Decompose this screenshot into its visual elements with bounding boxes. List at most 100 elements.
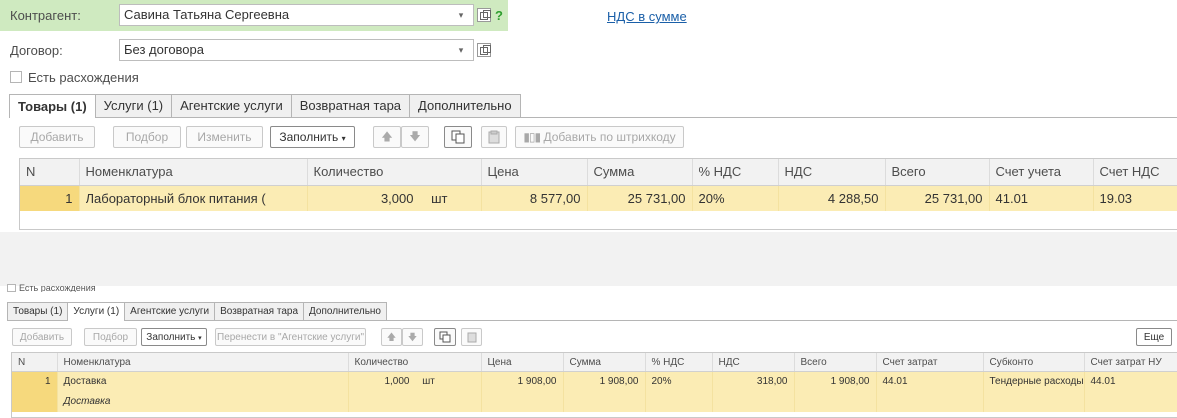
table-row-2[interactable]: 1 Доставка 1,000 шт 1 908,00 1 908,00 20… — [12, 371, 1177, 412]
col-total[interactable]: Всего — [885, 159, 990, 186]
col-sum-2[interactable]: Сумма — [563, 353, 646, 372]
col-cost-account[interactable]: Счет затрат — [876, 353, 984, 372]
table-header: N Номенклатура Количество Цена Сумма % Н… — [20, 159, 1177, 186]
copy-icon — [451, 130, 465, 144]
col-cost-account-nu[interactable]: Счет затрат НУ — [1084, 353, 1177, 372]
col-qty[interactable]: Количество — [307, 159, 482, 186]
move-down-button-2[interactable]: 🡇 — [402, 328, 423, 346]
tab-additional-2[interactable]: Дополнительно — [303, 302, 387, 320]
row2-item-sub: Доставка — [57, 391, 349, 412]
discrepancy-label: Есть расхождения — [28, 70, 139, 85]
col-n[interactable]: N — [20, 159, 80, 186]
row-item: Лабораторный блок питания (и... — [79, 185, 308, 211]
col-qty-2[interactable]: Количество — [348, 353, 482, 372]
col-vat-account[interactable]: Счет НДС — [1093, 159, 1177, 186]
pick-button-2[interactable]: Подбор — [84, 328, 137, 346]
contractor-label: Контрагент: — [10, 8, 81, 23]
tab-services[interactable]: Услуги (1) — [94, 94, 173, 117]
edit-button[interactable]: Изменить — [186, 126, 263, 148]
pick-button[interactable]: Подбор — [113, 126, 181, 148]
move-up-button-2[interactable]: 🡅 — [381, 328, 402, 346]
contract-dropdown-icon[interactable]: ▾ — [454, 40, 468, 60]
fill-button[interactable]: Заполнить ▾ — [270, 126, 355, 148]
tab-returnable-container[interactable]: Возвратная тара — [290, 94, 411, 117]
row2-n: 1 — [12, 371, 58, 412]
col-total-2[interactable]: Всего — [794, 353, 877, 372]
col-vat-rate[interactable]: % НДС — [692, 159, 779, 186]
contractor-dropdown-icon[interactable]: ▾ — [454, 5, 468, 25]
add-button-2[interactable]: Добавить — [12, 328, 72, 346]
col-item-2[interactable]: Номенклатура — [57, 353, 349, 372]
col-vat-2[interactable]: НДС — [712, 353, 795, 372]
row2-price: 1 908,00 — [481, 371, 564, 412]
col-item[interactable]: Номенклатура — [79, 159, 308, 186]
goods-table: N Номенклатура Количество Цена Сумма % Н… — [20, 159, 1177, 211]
row2-qty: 1,000 — [384, 376, 410, 387]
tab-additional[interactable]: Дополнительно — [409, 94, 521, 117]
more-button[interactable]: Еще — [1136, 328, 1172, 346]
contract-label: Договор: — [10, 43, 63, 58]
row-price: 8 577,00 — [481, 185, 588, 211]
paste-button[interactable] — [481, 126, 507, 148]
move-down-button[interactable]: 🡇 — [401, 126, 429, 148]
col-sum[interactable]: Сумма — [587, 159, 693, 186]
contract-open-icon[interactable] — [477, 43, 491, 57]
row-sum: 25 731,00 — [587, 185, 693, 211]
table-row[interactable]: 1 Лабораторный блок питания (и... 3,000 … — [20, 185, 1177, 211]
col-vat[interactable]: НДС — [778, 159, 886, 186]
separator-area — [0, 232, 1177, 286]
paste-button-2[interactable] — [461, 328, 482, 346]
arrow-down-icon: 🡇 — [407, 332, 418, 342]
arrow-up-icon: 🡅 — [386, 332, 397, 342]
discrepancy-label-2: Есть расхождения — [19, 284, 96, 292]
services-table-container: N Номенклатура Количество Цена Сумма % Н… — [11, 352, 1177, 418]
copy-button[interactable] — [444, 126, 472, 148]
goods-table-container: N Номенклатура Количество Цена Сумма % Н… — [19, 158, 1177, 230]
contract-field[interactable]: Без договора — [119, 39, 474, 61]
tabs-divider-2 — [7, 320, 1177, 321]
contractor-value: Савина Татьяна Сергеевна — [124, 7, 290, 22]
col-vat-rate-2[interactable]: % НДС — [645, 353, 713, 372]
row2-cost-account-sub — [876, 391, 984, 412]
contractor-field[interactable]: Савина Татьяна Сергеевна — [119, 4, 474, 26]
chevron-down-icon: ▾ — [341, 134, 346, 143]
tabs-divider — [9, 117, 1177, 118]
col-subconto[interactable]: Субконто — [983, 353, 1085, 372]
fill-button-2[interactable]: Заполнить ▾ — [141, 328, 207, 346]
discrepancy-checkbox-2[interactable] — [7, 284, 16, 292]
move-to-agent-services-button[interactable]: Перенести в "Агентские услуги" — [215, 328, 366, 346]
discrepancy-checkbox[interactable] — [10, 71, 22, 83]
vat-in-sum-link[interactable]: НДС в сумме — [607, 9, 687, 24]
add-by-barcode-button[interactable]: ▮▯▮ Добавить по штрихкоду — [515, 126, 684, 148]
contractor-open-icon[interactable] — [477, 8, 491, 22]
row-vat-rate: 20% — [692, 185, 779, 211]
help-icon[interactable]: ? — [495, 8, 503, 23]
col-n-2[interactable]: N — [12, 353, 58, 372]
col-price[interactable]: Цена — [481, 159, 588, 186]
col-price-2[interactable]: Цена — [481, 353, 564, 372]
row2-vat: 318,00 — [712, 371, 795, 412]
contract-value: Без договора — [124, 42, 204, 57]
add-button[interactable]: Добавить — [19, 126, 95, 148]
tab-services-2[interactable]: Услуги (1) — [67, 302, 126, 321]
tab-returnable-container-2[interactable]: Возвратная тара — [214, 302, 305, 320]
copy-button-2[interactable] — [434, 328, 456, 346]
tab-goods[interactable]: Товары (1) — [9, 94, 96, 118]
row-qty-cell: 3,000 шт — [307, 185, 482, 211]
paste-icon — [488, 130, 500, 144]
move-up-button[interactable]: 🡅 — [373, 126, 401, 148]
row2-cost-account: 44.01 — [876, 371, 984, 392]
add-by-barcode-label: Добавить по штрихкоду — [543, 130, 676, 144]
row2-vat-rate: 20% — [645, 371, 713, 412]
fill-button-2-label: Заполнить — [146, 332, 196, 343]
tab-agent-services-2[interactable]: Агентские услуги — [124, 302, 216, 320]
row-item-text: Лабораторный блок питания (и... — [85, 191, 266, 207]
row-total: 25 731,00 — [885, 185, 990, 211]
col-account[interactable]: Счет учета — [989, 159, 1094, 186]
tab-agent-services[interactable]: Агентские услуги — [171, 94, 292, 117]
top-tabs: Товары (1) Услуги (1) Агентские услуги В… — [9, 94, 521, 118]
row-n: 1 — [20, 185, 80, 211]
row-vat-account: 19.03 — [1093, 185, 1177, 211]
services-table: N Номенклатура Количество Цена Сумма % Н… — [12, 353, 1177, 412]
tab-goods-2[interactable]: Товары (1) — [7, 302, 69, 320]
